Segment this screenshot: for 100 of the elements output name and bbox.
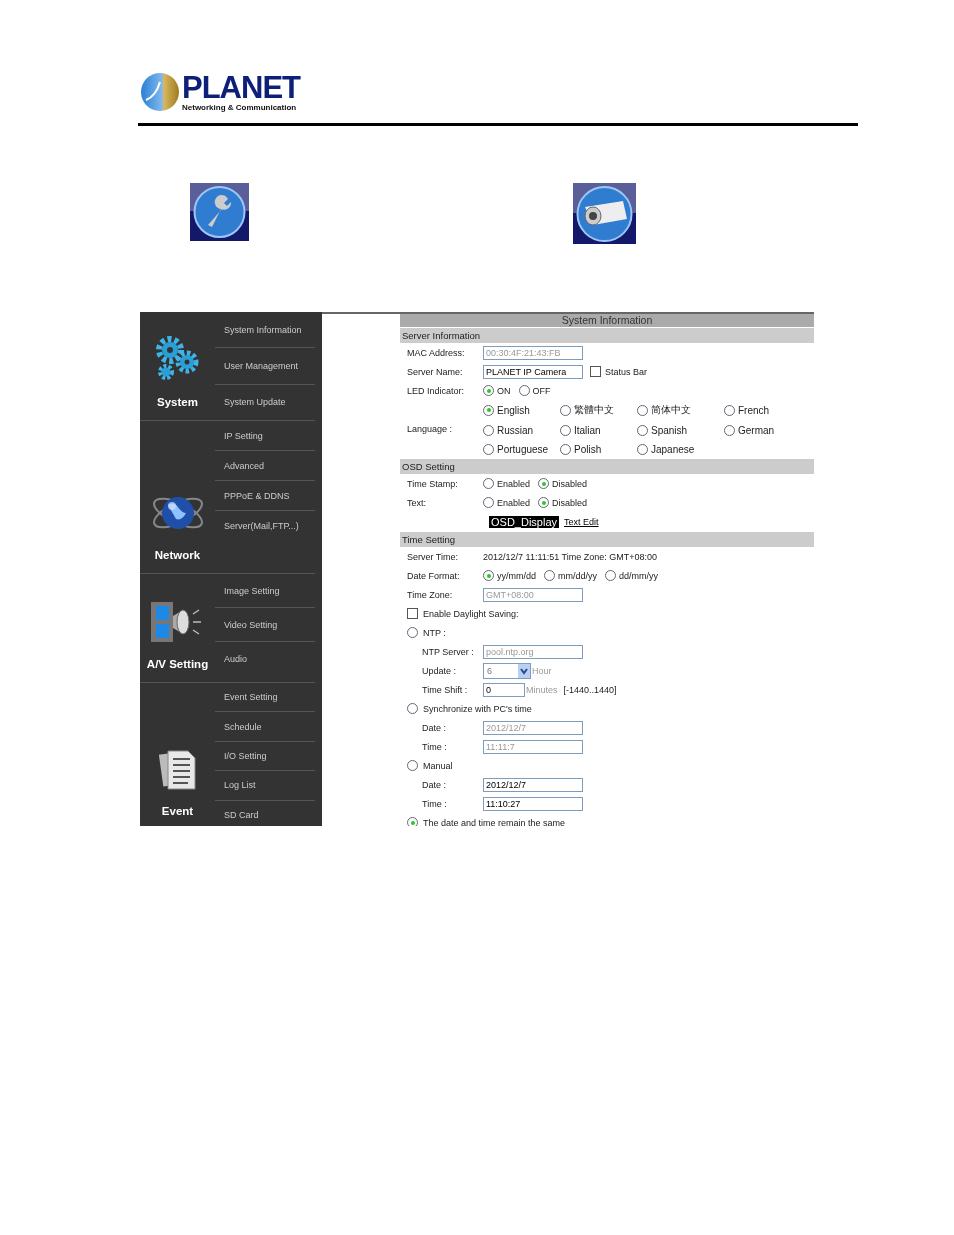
globe-logo-icon <box>140 72 180 112</box>
menu-item[interactable]: Video Setting <box>215 608 315 642</box>
option-label: French <box>738 404 770 416</box>
brand-name: PLANET <box>182 72 300 103</box>
radio-button[interactable] <box>483 425 494 436</box>
text-field[interactable]: PLANET IP Camera <box>483 364 583 379</box>
radio-button[interactable] <box>637 444 648 455</box>
panel-title: System Information <box>400 314 814 327</box>
option-label: Disabled <box>552 478 588 489</box>
menu-item[interactable]: SD Card <box>215 800 315 826</box>
unit-label: Hour <box>532 665 552 676</box>
field-label: MAC Address: <box>407 347 466 358</box>
menu-item[interactable]: User Management <box>215 348 315 385</box>
option-label: Enabled <box>497 478 531 489</box>
option-label: German <box>738 425 775 436</box>
radio-button[interactable] <box>407 817 418 826</box>
field-label: Time : <box>422 741 448 752</box>
option-label: Disabled <box>552 497 588 508</box>
field-label: Time : <box>422 798 448 809</box>
text-edit-link[interactable]: Text Edit <box>564 516 599 527</box>
menu-item[interactable]: Schedule <box>215 712 315 742</box>
osd-preview: OSD_Display <box>489 515 560 528</box>
section-header: Time Setting <box>400 532 814 547</box>
radio-button[interactable] <box>637 404 648 416</box>
documents-icon <box>157 747 198 791</box>
camera-icon <box>573 183 636 244</box>
radio-button[interactable] <box>518 385 530 396</box>
option-label: Spanish <box>651 425 688 436</box>
radio-button[interactable] <box>407 703 418 714</box>
radio-button[interactable] <box>605 570 617 581</box>
option-label: Manual <box>423 760 453 771</box>
text-field[interactable]: 0 <box>483 682 525 697</box>
field-label: Server Name: <box>407 366 464 377</box>
radio-button[interactable] <box>483 570 494 581</box>
radio-button[interactable] <box>724 404 735 416</box>
field-label: Time Shift : <box>422 684 469 695</box>
radio-button[interactable] <box>538 497 550 508</box>
menu-item[interactable]: IP Setting <box>215 421 315 451</box>
radio-button[interactable] <box>560 425 571 436</box>
checkbox-label: Enable Daylight Saving: <box>423 608 519 619</box>
option-label: The date and time remain the same <box>423 817 566 826</box>
option-label: Russian <box>497 425 534 436</box>
option-label: OFF <box>532 385 551 396</box>
field-label: Date Format: <box>407 570 461 581</box>
field-label: Time Zone: <box>407 589 454 600</box>
checkbox[interactable] <box>407 608 418 619</box>
radio-button[interactable] <box>483 444 494 455</box>
section-title: System <box>157 396 198 408</box>
menu-item[interactable]: Event Setting <box>215 683 315 713</box>
menu-item[interactable]: System Update <box>215 384 315 420</box>
option-label: Polish <box>574 444 602 455</box>
radio-button[interactable] <box>637 425 648 436</box>
menu-item[interactable]: Server(Mail,FTP...) <box>215 511 315 540</box>
field-label: Update : <box>422 665 458 676</box>
radio-button[interactable] <box>538 478 550 489</box>
radio-button[interactable] <box>724 425 735 436</box>
checkbox[interactable] <box>590 366 601 377</box>
option-label: yy/mm/dd <box>497 570 536 581</box>
menu-item[interactable]: Image Setting <box>215 574 315 608</box>
menu-item[interactable]: System Information <box>215 312 315 349</box>
field-label: Text: <box>407 497 427 508</box>
section-title: A/V Setting <box>146 658 209 670</box>
menu-item[interactable]: Advanced <box>215 451 315 481</box>
option-label: English <box>497 404 530 416</box>
radio-button[interactable] <box>407 760 418 771</box>
text-field[interactable]: 11:10:27 <box>483 796 583 811</box>
radio-button[interactable] <box>483 478 494 489</box>
text-field[interactable]: 2012/12/7 <box>483 777 583 792</box>
option-label: Portuguese <box>497 444 549 455</box>
radio-button[interactable] <box>483 497 494 508</box>
unit-label: Minutes <box>526 684 558 695</box>
field-label: Date : <box>422 722 447 733</box>
option-label: mm/dd/yy <box>558 570 598 581</box>
field-label: NTP Server : <box>422 646 475 657</box>
section-title: Event <box>161 805 194 817</box>
option-label: 繁體中文 <box>574 403 614 417</box>
option-label: dd/mm/yy <box>619 570 659 581</box>
menu-item[interactable]: PPPoE & DDNS <box>215 481 315 511</box>
menu-item[interactable]: Log List <box>215 771 315 801</box>
menu-item[interactable]: I/O Setting <box>215 741 315 772</box>
section-header: Server Information <box>400 328 814 343</box>
option-label: 简体中文 <box>651 403 691 417</box>
radio-button[interactable] <box>483 404 494 416</box>
section-header: OSD Setting <box>400 459 814 474</box>
brand-tagline: Networking & Communication <box>182 104 298 112</box>
wrench-icon <box>190 183 249 241</box>
field-label: Date : <box>422 779 447 790</box>
radio-button[interactable] <box>483 385 494 396</box>
radio-button[interactable] <box>560 404 571 416</box>
range-hint: [-1440..1440] <box>563 684 617 695</box>
menu-item[interactable]: Audio <box>215 642 315 675</box>
radio-button[interactable] <box>560 444 571 455</box>
radio-button[interactable] <box>407 627 418 638</box>
dropdown[interactable]: 6 <box>483 662 531 679</box>
option-label: Italian <box>574 425 601 436</box>
radio-button[interactable] <box>544 570 555 581</box>
option-label: Synchronize with PC's time <box>423 703 532 714</box>
option-label: Enabled <box>497 497 531 508</box>
option-label: Japanese <box>651 444 695 455</box>
field-label: Time Stamp: <box>407 478 459 489</box>
